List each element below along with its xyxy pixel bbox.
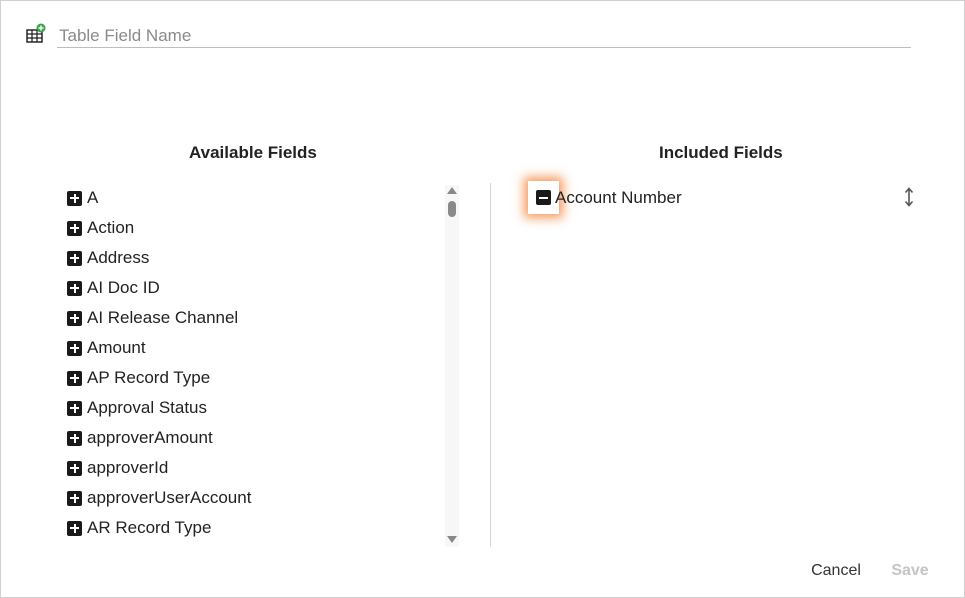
available-field-item[interactable]: approverAmount: [67, 425, 213, 451]
available-field-item[interactable]: AR Record Type: [67, 515, 211, 541]
field-picker-dialog: Available Fields Included Fields A Actio…: [0, 0, 965, 598]
available-field-label: Amount: [87, 338, 146, 357]
included-fields-title: Included Fields: [659, 143, 783, 162]
available-field-item[interactable]: Approval Status: [67, 395, 207, 421]
plus-square-icon[interactable]: [67, 430, 82, 446]
cancel-button[interactable]: Cancel: [801, 559, 871, 583]
available-fields-scrollbar[interactable]: [445, 185, 459, 547]
scrollbar-thumb[interactable]: [448, 201, 456, 217]
plus-square-icon[interactable]: [67, 520, 82, 536]
available-field-item[interactable]: A: [67, 185, 98, 211]
plus-square-icon[interactable]: [67, 340, 82, 356]
save-button[interactable]: Save: [881, 559, 939, 583]
available-field-label: AR Record Type: [87, 518, 212, 537]
available-field-item[interactable]: AI Doc ID: [67, 275, 160, 301]
table-add-icon: [25, 23, 49, 47]
available-field-label: A: [87, 188, 99, 207]
vertical-resize-icon[interactable]: [902, 186, 916, 208]
plus-square-icon[interactable]: [67, 190, 82, 206]
scroll-up-arrow-icon[interactable]: [447, 187, 457, 194]
available-field-label: approverUserAccount: [87, 488, 252, 507]
available-field-item[interactable]: Action: [67, 215, 134, 241]
plus-square-icon[interactable]: [67, 400, 82, 416]
plus-square-icon[interactable]: [67, 280, 82, 296]
available-field-label: approverId: [87, 458, 169, 477]
available-field-label: AP Record Type: [87, 368, 211, 387]
available-field-item[interactable]: AP Record Type: [67, 365, 210, 391]
scroll-down-arrow-icon[interactable]: [447, 536, 457, 543]
available-field-label: Address: [87, 248, 150, 267]
plus-square-icon[interactable]: [67, 460, 82, 476]
table-field-name-input[interactable]: [57, 25, 911, 48]
included-field-label: Account Number: [555, 188, 682, 207]
plus-square-icon[interactable]: [67, 220, 82, 236]
plus-square-icon[interactable]: [67, 250, 82, 266]
available-field-item[interactable]: approverUserAccount: [67, 485, 251, 511]
plus-square-icon[interactable]: [67, 370, 82, 386]
table-field-name-row: [25, 23, 911, 51]
plus-square-icon[interactable]: [67, 310, 82, 326]
available-field-item[interactable]: Amount: [67, 335, 146, 361]
available-field-label: Approval Status: [87, 398, 208, 417]
available-field-label: Action: [87, 218, 135, 237]
available-fields-title: Available Fields: [189, 143, 317, 162]
available-field-label: approverAmount: [87, 428, 213, 447]
available-field-label: AI Doc ID: [87, 278, 160, 297]
available-fields-list: A Action Address AI Doc ID AI Release Ch…: [67, 185, 447, 545]
available-field-item[interactable]: approverId: [67, 455, 168, 481]
plus-square-icon[interactable]: [67, 490, 82, 506]
available-field-item[interactable]: AI Release Channel: [67, 305, 238, 331]
minus-square-icon: [536, 190, 551, 205]
available-field-item[interactable]: Address: [67, 245, 149, 271]
column-divider: [490, 183, 491, 547]
available-field-label: AI Release Channel: [87, 308, 239, 327]
included-field-item[interactable]: Account Number: [528, 181, 928, 215]
